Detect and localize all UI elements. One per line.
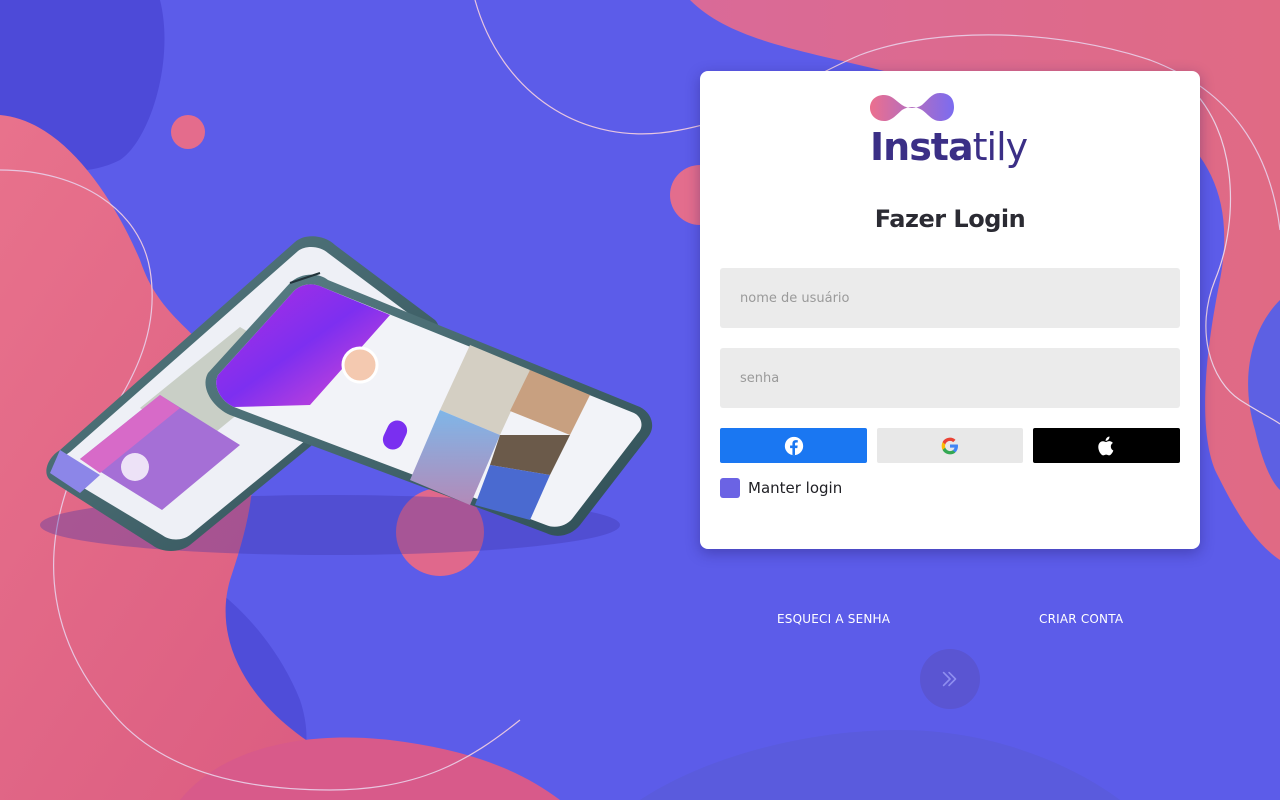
brand-name-light: tily — [972, 125, 1029, 169]
double-chevron-right-icon — [942, 671, 957, 687]
facebook-login-button[interactable] — [720, 428, 867, 463]
forgot-password-link[interactable]: ESQUECI A SENHA — [777, 612, 890, 626]
submit-login-button[interactable] — [920, 649, 980, 709]
apple-icon — [1097, 436, 1113, 455]
username-input[interactable] — [720, 268, 1180, 328]
login-title: Fazer Login — [874, 205, 1026, 233]
facebook-icon — [784, 436, 803, 455]
keep-login-checkbox[interactable]: Manter login — [720, 478, 842, 498]
password-input[interactable] — [720, 348, 1180, 408]
create-account-link[interactable]: CRIAR CONTA — [1039, 612, 1123, 626]
phones-mockup-image — [40, 236, 653, 555]
brand-logo-mark — [870, 93, 954, 121]
google-login-button[interactable] — [877, 428, 1023, 463]
brand-logo: Instatily — [870, 89, 1030, 173]
keep-login-label: Manter login — [748, 479, 843, 497]
brand-name-bold: Insta — [870, 125, 974, 169]
google-icon — [941, 437, 958, 454]
brand-name: Instatily — [870, 125, 1040, 169]
keep-login-checkbox-box[interactable] — [720, 478, 740, 498]
apple-login-button[interactable] — [1033, 428, 1180, 463]
login-card: Instatily Fazer Login Manter login — [700, 71, 1200, 549]
